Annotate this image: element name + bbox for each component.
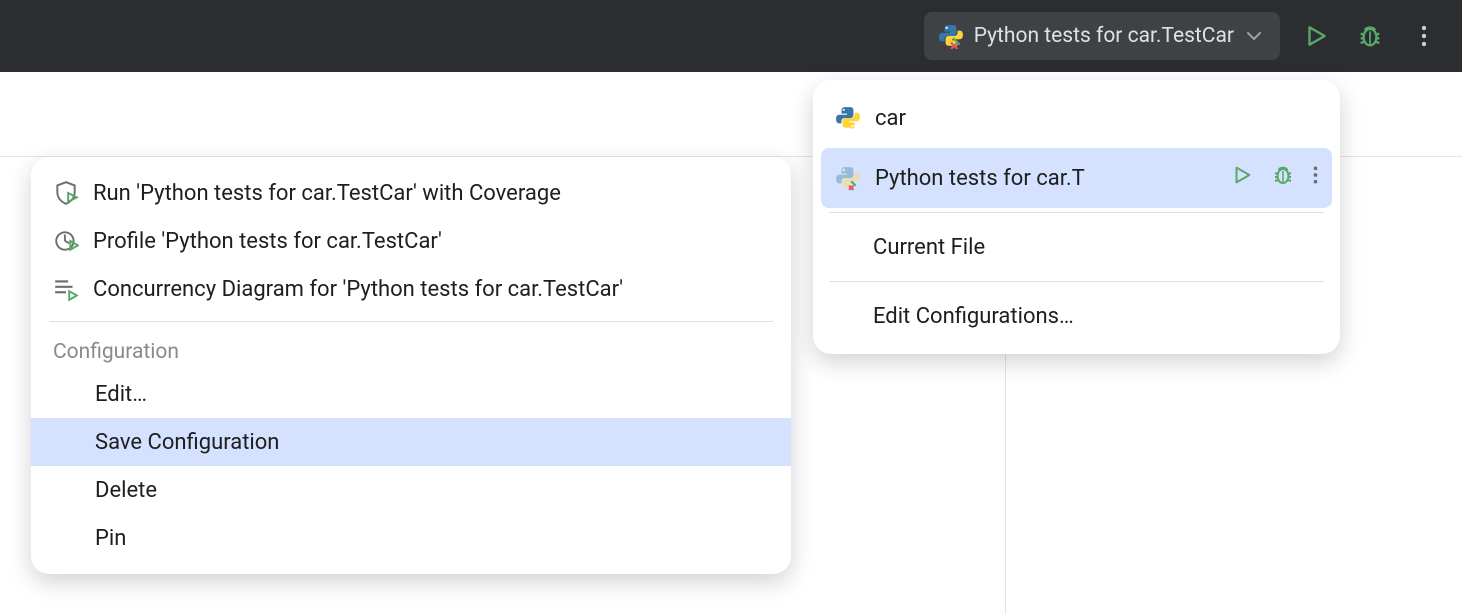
more-icon[interactable] — [1313, 165, 1318, 191]
dropdown-item-label: Edit Configurations… — [873, 304, 1318, 329]
concurrency-icon — [53, 276, 79, 302]
dropdown-item-label: Python tests for car.T — [875, 166, 1217, 191]
coverage-icon — [53, 180, 79, 206]
python-file-icon — [835, 105, 861, 131]
context-item-edit[interactable]: Edit… — [31, 370, 791, 418]
context-item-label: Concurrency Diagram for 'Python tests fo… — [93, 277, 623, 302]
context-item-delete[interactable]: Delete — [31, 466, 791, 514]
run-button[interactable] — [1298, 18, 1334, 54]
dropdown-item-label: car — [875, 106, 1318, 131]
context-item-label: Profile 'Python tests for car.TestCar' — [93, 229, 442, 254]
run-config-dropdown: car Python tests for car.T — [813, 80, 1340, 354]
debug-icon[interactable] — [1271, 163, 1295, 193]
context-item-save-configuration[interactable]: Save Configuration — [31, 418, 791, 466]
dropdown-item-current-file[interactable]: Current File — [821, 217, 1332, 277]
context-item-label: Edit… — [95, 382, 147, 407]
run-config-label: Python tests for car.TestCar — [974, 24, 1234, 48]
dropdown-item-actions — [1231, 163, 1318, 193]
chevron-down-icon — [1244, 26, 1264, 46]
context-item-label: Delete — [95, 478, 157, 503]
context-item-label: Pin — [95, 526, 126, 551]
context-menu: Run 'Python tests for car.TestCar' with … — [31, 157, 791, 574]
context-item-pin[interactable]: Pin — [31, 514, 791, 562]
run-config-selector[interactable]: Python tests for car.TestCar — [924, 12, 1280, 60]
dropdown-item-car[interactable]: car — [821, 88, 1332, 148]
dropdown-item-label: Current File — [873, 235, 1318, 260]
python-tests-icon — [835, 165, 861, 191]
profile-icon — [53, 228, 79, 254]
dropdown-item-edit-configurations[interactable]: Edit Configurations… — [821, 286, 1332, 346]
dropdown-item-python-tests[interactable]: Python tests for car.T — [821, 148, 1332, 208]
context-item-run-coverage[interactable]: Run 'Python tests for car.TestCar' with … — [31, 169, 791, 217]
main-toolbar: Python tests for car.TestCar — [0, 0, 1462, 72]
debug-button[interactable] — [1352, 18, 1388, 54]
context-item-profile[interactable]: Profile 'Python tests for car.TestCar' — [31, 217, 791, 265]
dropdown-divider — [829, 281, 1324, 282]
run-icon[interactable] — [1231, 164, 1253, 192]
more-actions-button[interactable] — [1406, 18, 1442, 54]
context-divider — [49, 321, 773, 322]
context-item-label: Run 'Python tests for car.TestCar' with … — [93, 181, 561, 206]
python-tests-icon — [938, 23, 964, 49]
context-item-label: Save Configuration — [95, 430, 279, 455]
context-section-header: Configuration — [31, 330, 791, 370]
context-item-concurrency[interactable]: Concurrency Diagram for 'Python tests fo… — [31, 265, 791, 313]
dropdown-divider — [829, 212, 1324, 213]
